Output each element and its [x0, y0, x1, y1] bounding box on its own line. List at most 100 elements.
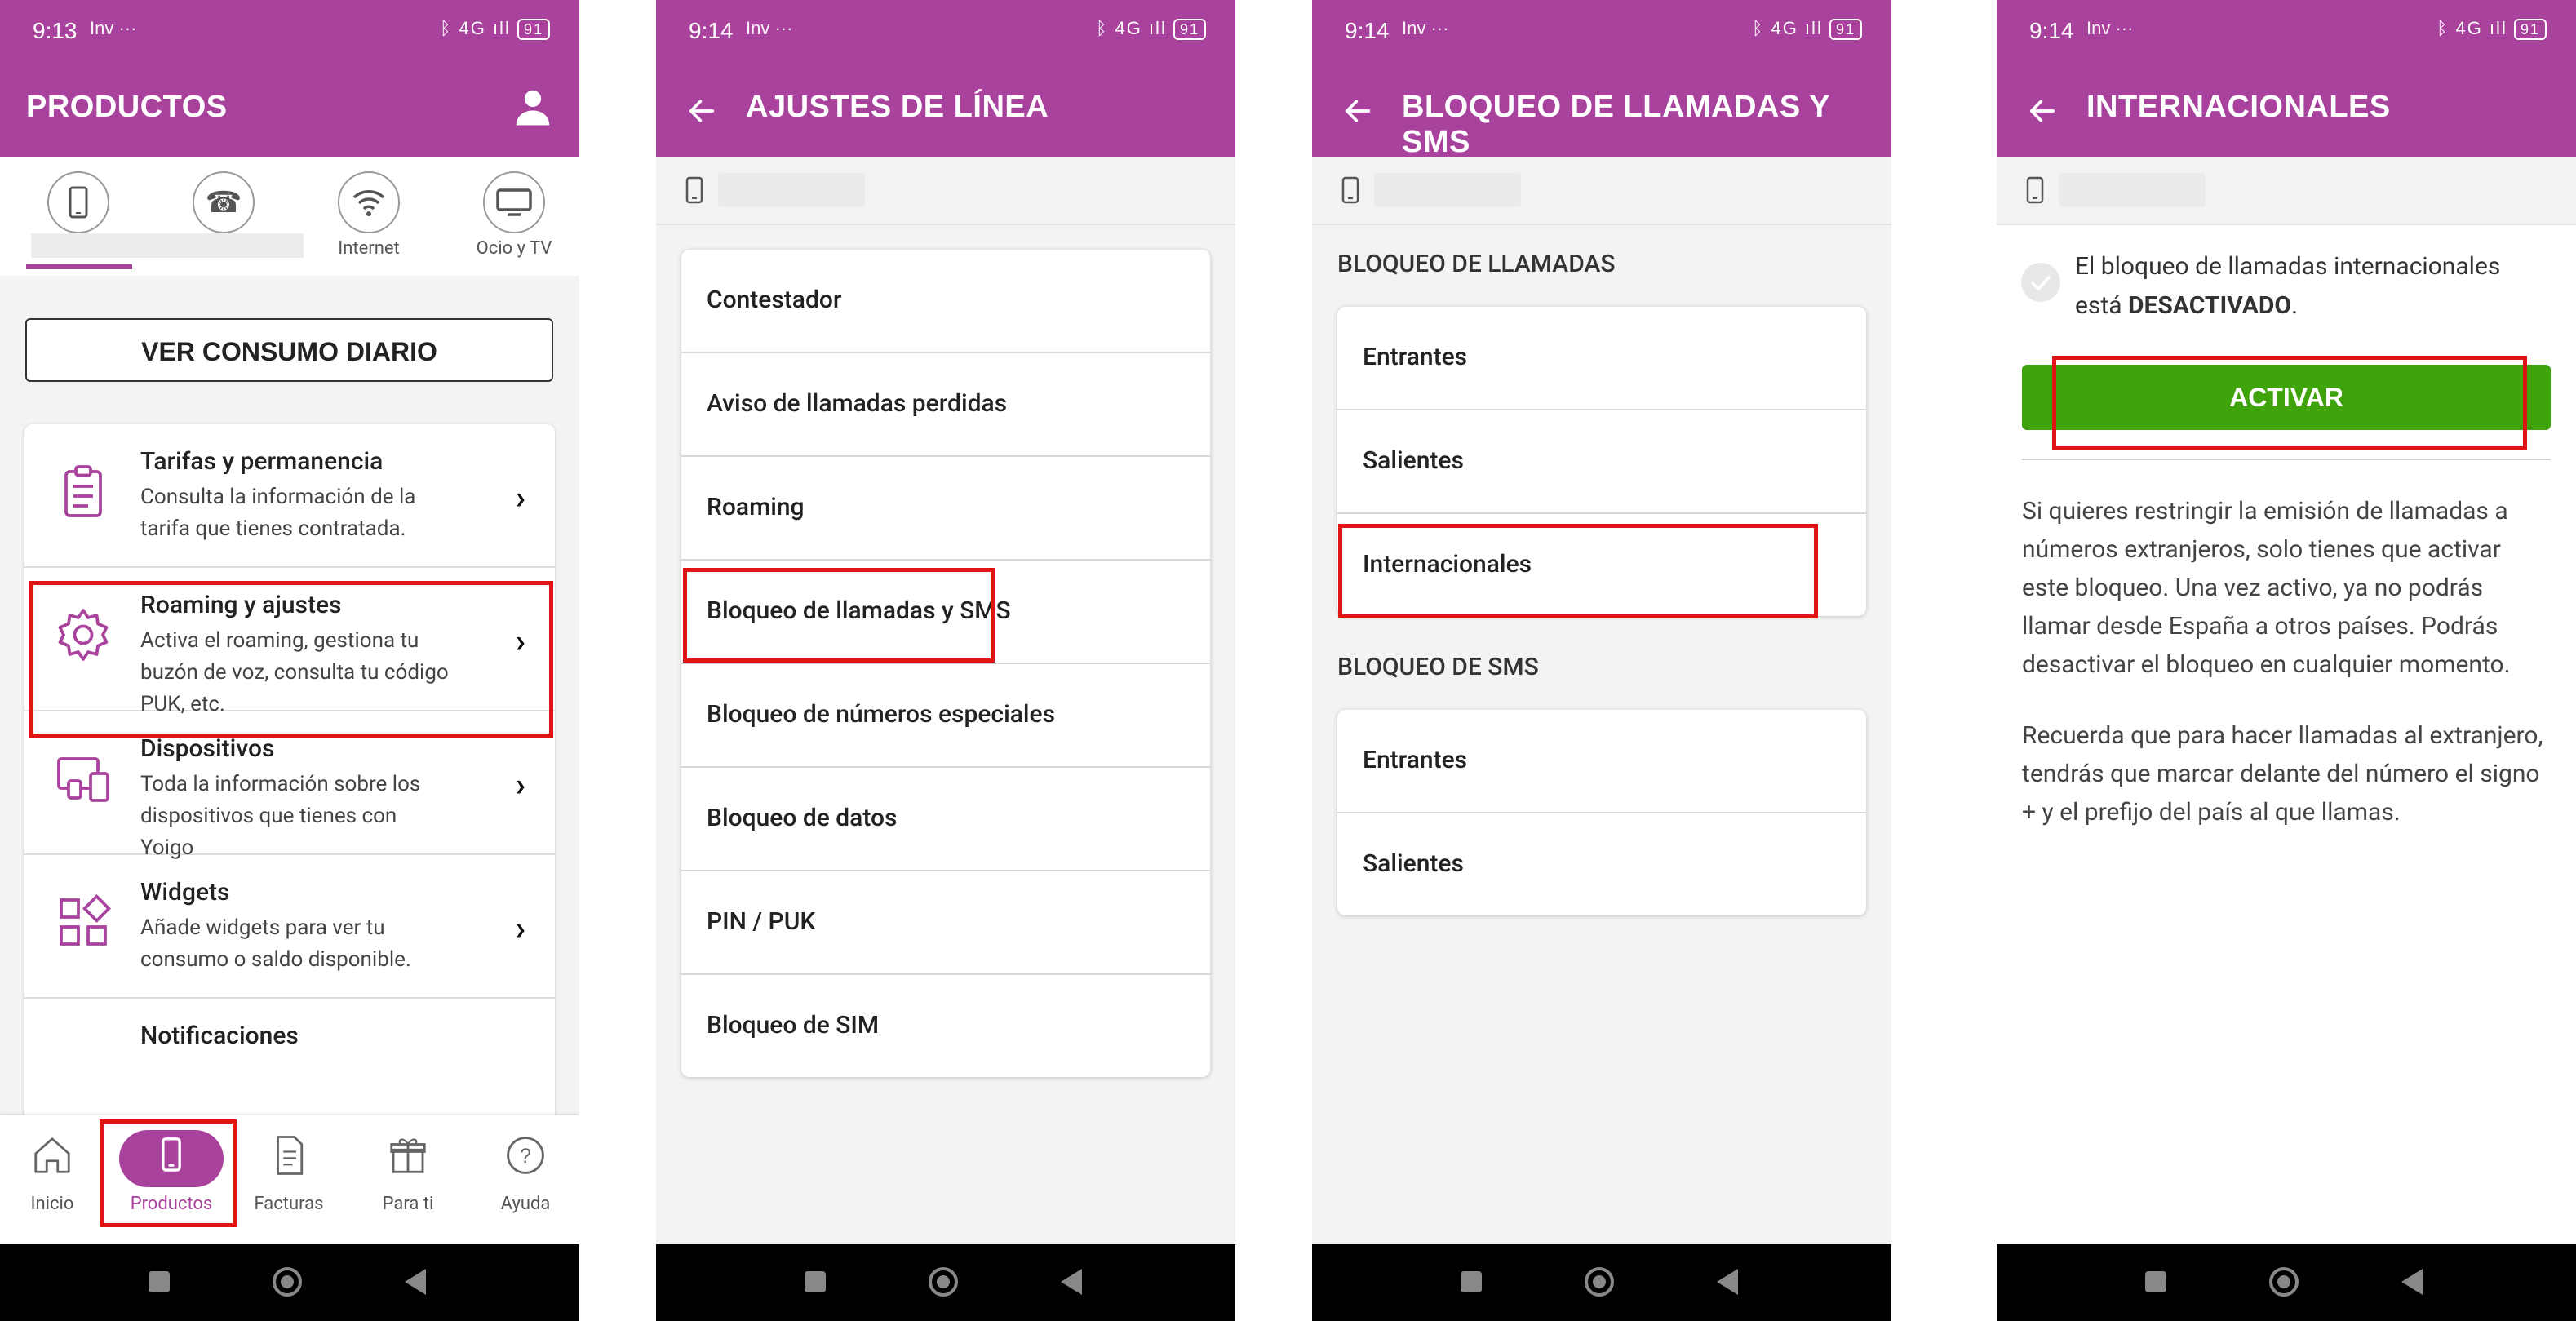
- highlight-box: [100, 1119, 237, 1227]
- invoice-icon: [277, 1136, 304, 1175]
- list-item-contestador[interactable]: Contestador: [681, 250, 1210, 353]
- list-item-bloqueo-numeros[interactable]: Bloqueo de números especiales: [681, 664, 1210, 768]
- wifi-icon: [338, 171, 400, 233]
- status-bar: 9:14 Inv ··· ᛒ 4G ıll 91: [1312, 0, 1891, 59]
- nav-para-ti[interactable]: Para ti: [359, 1133, 457, 1214]
- page-title: AJUSTES DE LÍNEA: [746, 90, 1049, 124]
- list-item-salientes[interactable]: Salientes: [1337, 410, 1866, 514]
- ver-consumo-button[interactable]: VER CONSUMO DIARIO: [25, 318, 553, 382]
- screen-productos: 9:13 Inv ··· ᛒ 4G ıll 91 PRODUCTOS ☎ Int…: [0, 0, 579, 1321]
- list-item-label: Contestador: [707, 286, 842, 314]
- back-arrow-icon[interactable]: [685, 95, 718, 127]
- menu-item-desc: Añade widgets para ver tu consumo o sald…: [140, 915, 411, 972]
- list-item-label: PIN / PUK: [707, 907, 816, 936]
- devices-icon: [57, 757, 109, 802]
- status-system: ᛒ 4G ıll 91: [440, 18, 550, 40]
- signal-icon: ᛒ 4G ıll: [2436, 18, 2507, 38]
- list-item-pin-puk[interactable]: PIN / PUK: [681, 871, 1210, 975]
- nav-label: Para ti: [382, 1194, 434, 1214]
- app-header: AJUSTES DE LÍNEA: [656, 59, 1235, 157]
- back-button[interactable]: [405, 1269, 426, 1295]
- signal-icon: ᛒ 4G ıll: [440, 18, 511, 38]
- profile-icon[interactable]: [511, 85, 555, 129]
- recents-button[interactable]: [2145, 1271, 2166, 1292]
- status-bar: 9:14 Inv ··· ᛒ 4G ıll 91: [1997, 0, 2576, 59]
- status-suffix: .: [2291, 291, 2299, 320]
- menu-item-tarifas[interactable]: Tarifas y permanencia Consulta la inform…: [24, 424, 555, 568]
- list-item-entrantes[interactable]: Entrantes: [1337, 307, 1866, 410]
- line-selector: [1997, 157, 2576, 225]
- home-button[interactable]: [1585, 1267, 1614, 1297]
- recents-button[interactable]: [805, 1271, 826, 1292]
- products-menu: Tarifas y permanencia Consulta la inform…: [24, 424, 555, 1142]
- status-system: ᛒ 4G ıll 91: [1096, 18, 1206, 40]
- highlight-box: [29, 581, 553, 738]
- list-item-bloqueo-sim[interactable]: Bloqueo de SIM: [681, 975, 1210, 1077]
- line-selector: [656, 157, 1235, 225]
- svg-text:?: ?: [520, 1146, 531, 1168]
- status-apps: Inv ···: [90, 18, 137, 38]
- android-nav-bar: [0, 1244, 579, 1321]
- battery-icon: 91: [2513, 19, 2547, 40]
- home-button[interactable]: [273, 1267, 302, 1297]
- home-button[interactable]: [2269, 1267, 2299, 1297]
- menu-item-title: Dispositivos: [140, 734, 275, 763]
- page-title: PRODUCTOS: [26, 90, 228, 124]
- status-system: ᛒ 4G ıll 91: [2436, 18, 2547, 40]
- nav-label: Inicio: [30, 1194, 74, 1214]
- back-arrow-icon[interactable]: [1341, 95, 1374, 127]
- menu-item-widgets[interactable]: Widgets Añade widgets para ver tu consum…: [24, 855, 555, 999]
- list-item-label: Roaming: [707, 493, 805, 521]
- list-item-label: Entrantes: [1363, 343, 1468, 371]
- tab-internet-label: Internet: [338, 238, 400, 259]
- mobile-icon: [1341, 176, 1359, 204]
- status-apps: Inv ···: [2086, 18, 2134, 38]
- status-apps: Inv ···: [1402, 18, 1449, 38]
- page-title: BLOQUEO DE LLAMADAS Y SMS: [1402, 90, 1830, 159]
- nav-label: Facturas: [254, 1194, 324, 1214]
- nav-ayuda[interactable]: ? Ayuda: [477, 1133, 574, 1214]
- redacted-phone-number: [2059, 173, 2206, 207]
- back-button[interactable]: [1717, 1269, 1738, 1295]
- block-status-text: El bloqueo de llamadas internacionales e…: [2075, 247, 2548, 326]
- home-button[interactable]: [929, 1267, 958, 1297]
- status-time: 9:13: [33, 18, 78, 43]
- menu-item-title: Notificaciones: [140, 1022, 299, 1050]
- list-item-sms-salientes[interactable]: Salientes: [1337, 813, 1866, 915]
- tab-mobile[interactable]: [29, 171, 127, 238]
- list-item-label: Bloqueo de datos: [707, 804, 898, 832]
- mobile-icon: [2026, 176, 2044, 204]
- back-arrow-icon[interactable]: [2026, 95, 2059, 127]
- nav-inicio[interactable]: Inicio: [3, 1133, 101, 1214]
- recents-button[interactable]: [149, 1271, 170, 1292]
- menu-item-desc: Toda la información sobre los dispositiv…: [140, 772, 421, 860]
- back-button[interactable]: [1061, 1269, 1082, 1295]
- tab-tv[interactable]: Ocio y TV: [465, 171, 563, 259]
- check-icon: [2021, 263, 2060, 302]
- widgets-icon: [60, 893, 112, 946]
- battery-icon: 91: [517, 19, 550, 40]
- status-value: DESACTIVADO: [2127, 291, 2292, 320]
- tab-tv-label: Ocio y TV: [476, 238, 552, 259]
- tab-internet[interactable]: Internet: [320, 171, 418, 259]
- list-item-bloqueo-datos[interactable]: Bloqueo de datos: [681, 768, 1210, 871]
- highlight-box: [683, 568, 995, 663]
- status-apps: Inv ···: [746, 18, 793, 38]
- battery-icon: 91: [1829, 19, 1862, 40]
- tab-landline[interactable]: ☎: [175, 171, 273, 238]
- status-time: 9:14: [689, 18, 734, 43]
- status-time: 9:14: [2029, 18, 2074, 43]
- list-item-sms-entrantes[interactable]: Entrantes: [1337, 710, 1866, 813]
- sms-block-list: Entrantes Salientes: [1337, 710, 1866, 915]
- signal-icon: ᛒ 4G ıll: [1096, 18, 1167, 38]
- list-item-roaming[interactable]: Roaming: [681, 457, 1210, 561]
- gift-icon: [390, 1138, 426, 1173]
- list-item-aviso[interactable]: Aviso de llamadas perdidas: [681, 353, 1210, 457]
- status-bar: 9:13 Inv ··· ᛒ 4G ıll 91: [0, 0, 579, 59]
- android-nav-bar: [656, 1244, 1235, 1321]
- redacted-phone-number: [718, 173, 865, 207]
- nav-facturas[interactable]: Facturas: [240, 1133, 338, 1214]
- back-button[interactable]: [2401, 1269, 2423, 1295]
- recents-button[interactable]: [1461, 1271, 1482, 1292]
- list-item-label: Entrantes: [1363, 746, 1468, 774]
